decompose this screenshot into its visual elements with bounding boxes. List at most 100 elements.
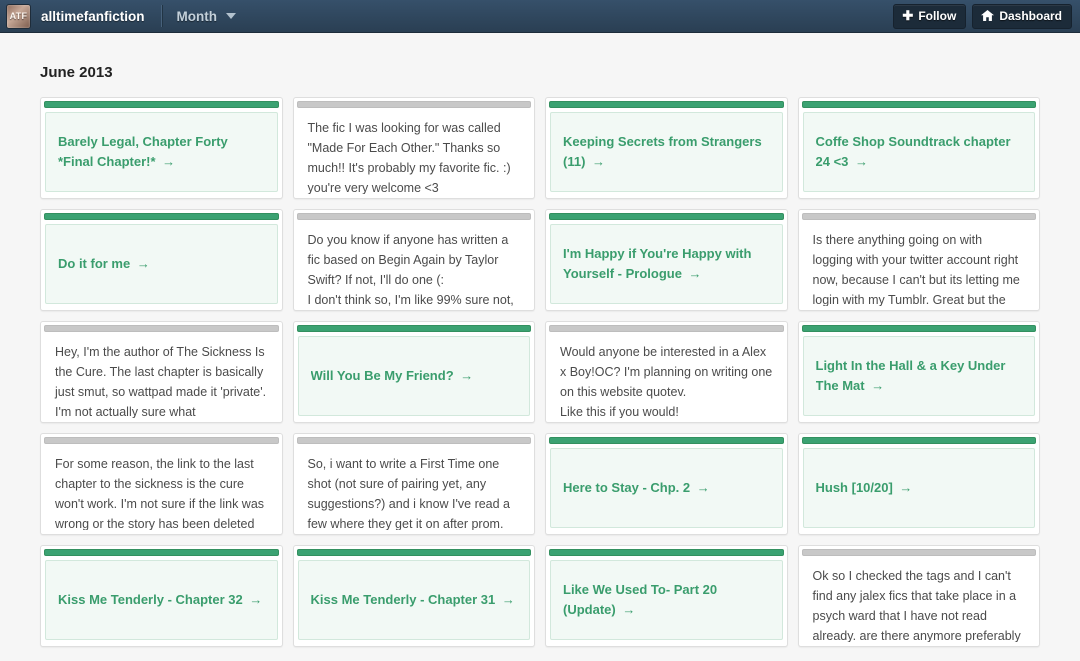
post-link-box[interactable]: Kiss Me Tenderly - Chapter 32 → [45,560,278,640]
card-accent-bar [296,325,531,332]
ask-message-text: For some reason, the link to the last ch… [55,457,265,530]
post-link-box[interactable]: Light In the Hall & a Key Under The Mat … [802,336,1035,416]
ask-card[interactable]: For some reason, the link to the last ch… [40,433,283,535]
ask-message-text: Is there anything going on with logging … [812,233,1020,306]
post-link-box[interactable]: Do it for me → [45,224,278,304]
chevron-down-icon [226,13,236,19]
page-title: June 2013 [40,64,113,81]
ask-message-text: Hey, I'm the author of The Sickness Is t… [55,345,267,418]
avatar: ATF [6,3,31,29]
card-accent-bar [44,437,279,444]
post-card[interactable]: Do it for me → [40,209,283,311]
arrow-right-icon: → [851,154,869,169]
ask-message-text: The fic I was looking for was called "Ma… [307,121,511,194]
card-accent-bar [549,549,784,556]
card-accent-bar [44,325,279,332]
arrow-right-icon: → [618,602,636,617]
post-card[interactable]: I'm Happy if You're Happy with Yourself … [545,209,788,311]
card-accent-bar [801,549,1036,556]
ask-message-text: So, i want to write a First Time one sho… [307,457,511,530]
post-link-box[interactable]: Kiss Me Tenderly - Chapter 31 → [297,560,530,640]
card-accent-bar [549,437,784,444]
blog-brand[interactable]: ATF alltimefanfiction [0,0,145,32]
post-link-box[interactable]: Coffe Shop Soundtrack chapter 24 <3 → [802,112,1035,192]
nav-right-actions: ✚ Follow Dashboard [893,3,1072,29]
arrow-right-icon: → [133,256,150,271]
follow-button-label: Follow [918,8,957,23]
card-accent-bar [549,101,784,108]
post-link-box[interactable]: I'm Happy if You're Happy with Yourself … [550,224,783,304]
arrow-right-icon: → [456,368,474,383]
post-card[interactable]: Like We Used To- Part 20 (Update) → [545,545,788,647]
arrow-right-icon: → [498,592,515,607]
dashboard-button-label: Dashboard [999,8,1062,23]
card-accent-bar [801,437,1036,444]
arrow-right-icon: → [588,154,606,169]
post-link-text: Here to Stay - Chp. 2 → [563,480,710,495]
card-accent-bar [44,549,279,556]
ask-message-text: Do you know if anyone has written a fic … [307,233,514,306]
post-link-box[interactable]: Barely Legal, Chapter Forty *Final Chapt… [45,112,278,192]
post-link-text: Like We Used To- Part 20 (Update) → [563,582,718,617]
post-card[interactable]: Light In the Hall & a Key Under The Mat … [797,321,1040,423]
post-card[interactable]: Kiss Me Tenderly - Chapter 31 → [292,545,535,647]
arrow-right-icon: → [895,480,913,495]
follow-button[interactable]: ✚ Follow [893,3,967,29]
post-link-text: Keeping Secrets from Strangers (11) → [563,134,762,169]
arrow-right-icon: → [867,378,885,393]
post-link-text: Hush [10/20] → [815,480,913,495]
post-card[interactable]: Here to Stay - Chp. 2 → [545,433,788,535]
top-navigation-bar: ATF alltimefanfiction Month ✚ Follow Das… [0,0,1080,33]
post-link-text: Will You Be My Friend? → [310,368,474,383]
post-link-text: Barely Legal, Chapter Forty *Final Chapt… [58,134,228,169]
arrow-right-icon: → [693,480,710,495]
post-link-box[interactable]: Here to Stay - Chp. 2 → [550,448,783,528]
post-link-box[interactable]: Like We Used To- Part 20 (Update) → [550,560,783,640]
house-icon [981,10,995,21]
card-accent-bar [44,213,279,220]
plus-icon: ✚ [902,8,914,23]
post-card[interactable]: Will You Be My Friend? → [292,321,535,423]
period-dropdown-label: Month [176,8,217,24]
post-card[interactable]: Keeping Secrets from Strangers (11) → [545,97,788,199]
ask-card[interactable]: Ok so I checked the tags and I can't fin… [797,545,1040,647]
ask-message-text: Would anyone be interested in a Alex x B… [560,345,773,418]
card-accent-bar [801,325,1036,332]
card-accent-bar [296,437,531,444]
card-accent-bar [296,213,531,220]
card-accent-bar [549,213,784,220]
post-card[interactable]: Barely Legal, Chapter Forty *Final Chapt… [40,97,283,199]
ask-card[interactable]: Hey, I'm the author of The Sickness Is t… [40,321,283,423]
arrow-right-icon: → [245,592,263,607]
arrow-right-icon: → [684,266,702,281]
ask-card[interactable]: Would anyone be interested in a Alex x B… [545,321,788,423]
blog-name[interactable]: alltimefanfiction [41,9,145,24]
posts-grid: Barely Legal, Chapter Forty *Final Chapt… [40,97,1040,647]
post-card[interactable]: Kiss Me Tenderly - Chapter 32 → [40,545,283,647]
post-link-text: Kiss Me Tenderly - Chapter 31 → [310,592,515,607]
period-dropdown[interactable]: Month [177,9,236,24]
post-link-box[interactable]: Keeping Secrets from Strangers (11) → [550,112,783,192]
post-link-box[interactable]: Hush [10/20] → [802,448,1035,528]
post-link-text: Light In the Hall & a Key Under The Mat … [815,358,1006,393]
card-accent-bar [296,101,531,108]
ask-message-text: Ok so I checked the tags and I can't fin… [812,569,1021,642]
post-card[interactable]: Hush [10/20] → [797,433,1040,535]
card-accent-bar [549,325,784,332]
ask-card[interactable]: The fic I was looking for was called "Ma… [292,97,535,199]
ask-card[interactable]: Do you know if anyone has written a fic … [292,209,535,311]
card-accent-bar [296,549,531,556]
nav-divider [160,5,163,27]
arrow-right-icon: → [158,154,176,169]
ask-card[interactable]: Is there anything going on with logging … [797,209,1040,311]
dashboard-button[interactable]: Dashboard [972,3,1072,29]
post-link-text: Do it for me → [58,256,150,271]
page-content: June 2013 Barely Legal, Chapter Forty *F… [0,64,1080,647]
post-link-text: Kiss Me Tenderly - Chapter 32 → [58,592,263,607]
card-accent-bar [801,101,1036,108]
post-link-box[interactable]: Will You Be My Friend? → [297,336,530,416]
post-card[interactable]: Coffe Shop Soundtrack chapter 24 <3 → [797,97,1040,199]
post-link-text: I'm Happy if You're Happy with Yourself … [563,246,752,281]
post-link-text: Coffe Shop Soundtrack chapter 24 <3 → [815,134,1011,169]
ask-card[interactable]: So, i want to write a First Time one sho… [292,433,535,535]
